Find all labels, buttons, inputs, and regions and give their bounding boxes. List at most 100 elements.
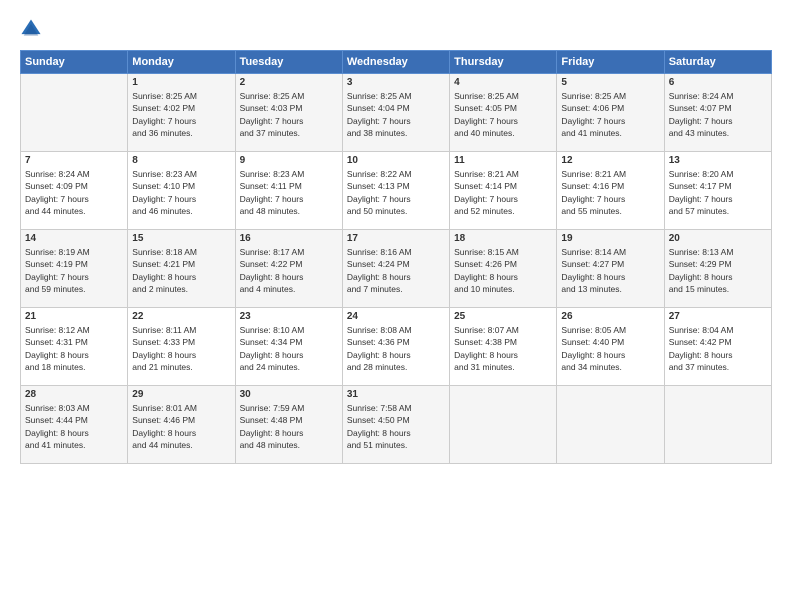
cell-line: Sunset: 4:21 PM — [132, 258, 230, 270]
cell-line: and 48 minutes. — [240, 205, 338, 217]
calendar-row-0: 1Sunrise: 8:25 AMSunset: 4:02 PMDaylight… — [21, 74, 772, 152]
cell-line: Daylight: 8 hours — [669, 271, 767, 283]
calendar-cell: 10Sunrise: 8:22 AMSunset: 4:13 PMDayligh… — [342, 152, 449, 230]
cell-line: Daylight: 7 hours — [347, 193, 445, 205]
cell-line: Sunrise: 8:23 AM — [132, 168, 230, 180]
calendar-cell: 3Sunrise: 8:25 AMSunset: 4:04 PMDaylight… — [342, 74, 449, 152]
cell-content: Sunrise: 8:17 AMSunset: 4:22 PMDaylight:… — [240, 246, 338, 295]
cell-line: and 34 minutes. — [561, 361, 659, 373]
cell-line: Sunset: 4:06 PM — [561, 102, 659, 114]
calendar-cell: 24Sunrise: 8:08 AMSunset: 4:36 PMDayligh… — [342, 308, 449, 386]
cell-content: Sunrise: 8:11 AMSunset: 4:33 PMDaylight:… — [132, 324, 230, 373]
cell-line: Sunrise: 8:23 AM — [240, 168, 338, 180]
calendar-cell: 18 Sunrise: 8:15 AMSunset: 4:26 PMDayligh… — [450, 230, 557, 308]
day-number: 7 — [25, 155, 123, 166]
calendar-cell — [450, 386, 557, 464]
cell-line: Daylight: 7 hours — [347, 115, 445, 127]
cell-content: Sunrise: 8:15 AMSunset: 4:26 PMDaylight:… — [454, 246, 552, 295]
day-number: 27 — [669, 311, 767, 322]
cell-line: Sunrise: 8:25 AM — [240, 90, 338, 102]
cell-line: Sunset: 4:24 PM — [347, 258, 445, 270]
cell-line: and 48 minutes. — [240, 439, 338, 451]
cell-line: and 40 minutes. — [454, 127, 552, 139]
cell-line: Sunset: 4:19 PM — [25, 258, 123, 270]
weekday-header-thursday: Thursday — [450, 51, 557, 74]
day-number: 12 — [561, 155, 659, 166]
weekday-header-saturday: Saturday — [664, 51, 771, 74]
cell-content: Sunrise: 8:25 AMSunset: 4:02 PMDaylight:… — [132, 90, 230, 139]
cell-line: Sunset: 4:13 PM — [347, 180, 445, 192]
cell-content: Sunrise: 8:25 AMSunset: 4:06 PMDaylight:… — [561, 90, 659, 139]
weekday-header-row: SundayMondayTuesdayWednesdayThursdayFrid… — [21, 51, 772, 74]
weekday-header-tuesday: Tuesday — [235, 51, 342, 74]
cell-line: Daylight: 8 hours — [132, 427, 230, 439]
cell-line: Sunrise: 8:13 AM — [669, 246, 767, 258]
cell-line: and 46 minutes. — [132, 205, 230, 217]
cell-line: Sunrise: 8:04 AM — [669, 324, 767, 336]
calendar-cell: 4Sunrise: 8:25 AMSunset: 4:05 PMDaylight… — [450, 74, 557, 152]
calendar-cell: 16Sunrise: 8:17 AMSunset: 4:22 PMDayligh… — [235, 230, 342, 308]
weekday-header-sunday: Sunday — [21, 51, 128, 74]
cell-line: and 36 minutes. — [132, 127, 230, 139]
day-number: 22 — [132, 311, 230, 322]
calendar-cell: 26 Sunrise: 8:05 AMSunset: 4:40 PMDayligh… — [557, 308, 664, 386]
cell-line: Daylight: 7 hours — [454, 115, 552, 127]
cell-line: Sunset: 4:26 PM — [454, 258, 552, 270]
cell-content: Sunrise: 8:16 AMSunset: 4:24 PMDaylight:… — [347, 246, 445, 295]
day-number: 17 — [347, 233, 445, 244]
cell-line: and 51 minutes. — [347, 439, 445, 451]
cell-line: Daylight: 7 hours — [669, 115, 767, 127]
cell-line: Sunset: 4:02 PM — [132, 102, 230, 114]
cell-line: and 21 minutes. — [132, 361, 230, 373]
cell-line: Daylight: 7 hours — [561, 193, 659, 205]
cell-line: Sunrise: 8:11 AM — [132, 324, 230, 336]
cell-line: Sunset: 4:31 PM — [25, 336, 123, 348]
day-number: 18 — [454, 233, 552, 244]
cell-line: Daylight: 8 hours — [454, 349, 552, 361]
cell-line: Sunrise: 7:58 AM — [347, 402, 445, 414]
cell-line: and 43 minutes. — [669, 127, 767, 139]
cell-line: and 4 minutes. — [240, 283, 338, 295]
cell-line: and 44 minutes. — [132, 439, 230, 451]
cell-content: Sunrise: 8:07 AMSunset: 4:38 PMDaylight:… — [454, 324, 552, 373]
cell-line: Sunset: 4:14 PM — [454, 180, 552, 192]
calendar-cell: 28Sunrise: 8:03 AMSunset: 4:44 PMDayligh… — [21, 386, 128, 464]
cell-line: Daylight: 8 hours — [25, 427, 123, 439]
cell-content: Sunrise: 8:12 AMSunset: 4:31 PMDaylight:… — [25, 324, 123, 373]
cell-line: Sunset: 4:38 PM — [454, 336, 552, 348]
cell-content: Sunrise: 8:10 AMSunset: 4:34 PMDaylight:… — [240, 324, 338, 373]
cell-line: and 10 minutes. — [454, 283, 552, 295]
day-number: 11 — [454, 155, 552, 166]
weekday-header-monday: Monday — [128, 51, 235, 74]
day-number: 2 — [240, 77, 338, 88]
cell-line: Daylight: 8 hours — [240, 271, 338, 283]
cell-content: Sunrise: 8:23 AMSunset: 4:10 PMDaylight:… — [132, 168, 230, 217]
calendar-cell: 31Sunrise: 7:58 AMSunset: 4:50 PMDayligh… — [342, 386, 449, 464]
cell-line: Daylight: 7 hours — [25, 193, 123, 205]
calendar-cell: 17 Sunrise: 8:16 AMSunset: 4:24 PMDayligh… — [342, 230, 449, 308]
cell-content: Sunrise: 7:58 AMSunset: 4:50 PMDaylight:… — [347, 402, 445, 451]
day-number: 26 — [561, 311, 659, 322]
cell-content: Sunrise: 8:24 AMSunset: 4:07 PMDaylight:… — [669, 90, 767, 139]
cell-line: and 31 minutes. — [454, 361, 552, 373]
cell-content: Sunrise: 8:01 AMSunset: 4:46 PMDaylight:… — [132, 402, 230, 451]
cell-content: Sunrise: 8:05 AMSunset: 4:40 PMDaylight:… — [561, 324, 659, 373]
day-number: 29 — [132, 389, 230, 400]
cell-line: Sunrise: 8:20 AM — [669, 168, 767, 180]
cell-line: Daylight: 7 hours — [669, 193, 767, 205]
calendar-cell — [664, 386, 771, 464]
day-number: 14 — [25, 233, 123, 244]
cell-content: Sunrise: 8:25 AMSunset: 4:03 PMDaylight:… — [240, 90, 338, 139]
cell-line: Daylight: 7 hours — [132, 193, 230, 205]
cell-line: Sunrise: 8:25 AM — [561, 90, 659, 102]
calendar-cell: 9Sunrise: 8:23 AMSunset: 4:11 PMDaylight… — [235, 152, 342, 230]
page: SundayMondayTuesdayWednesdayThursdayFrid… — [0, 0, 792, 612]
cell-line: Daylight: 8 hours — [132, 271, 230, 283]
cell-line: Daylight: 8 hours — [132, 349, 230, 361]
cell-line: and 13 minutes. — [561, 283, 659, 295]
calendar-cell: 6Sunrise: 8:24 AMSunset: 4:07 PMDaylight… — [664, 74, 771, 152]
cell-line: and 24 minutes. — [240, 361, 338, 373]
cell-line: Daylight: 7 hours — [240, 193, 338, 205]
calendar-cell: 8Sunrise: 8:23 AMSunset: 4:10 PMDaylight… — [128, 152, 235, 230]
cell-line: Daylight: 7 hours — [561, 115, 659, 127]
